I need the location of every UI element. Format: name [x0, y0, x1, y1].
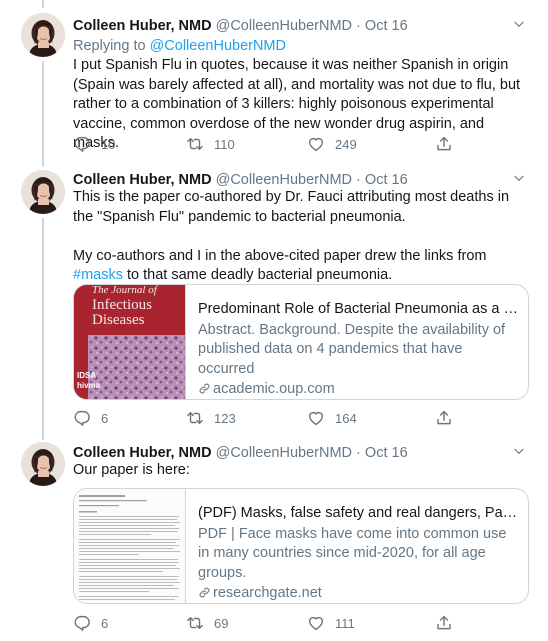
reply-button[interactable]: 6 — [73, 613, 108, 633]
author-handle[interactable]: @ColleenHuberNMD — [216, 172, 352, 188]
retweet-button[interactable]: 123 — [186, 408, 236, 428]
retweet-button[interactable]: 110 — [186, 134, 235, 154]
tweet-date[interactable]: Oct 16 — [365, 445, 408, 461]
thread-line — [42, 0, 44, 8]
like-icon — [307, 614, 325, 632]
card-description: Abstract. Background. Despite the availa… — [198, 321, 506, 377]
card-image: The Journal of Infectious Diseases IDSA … — [74, 285, 186, 399]
retweet-icon — [186, 614, 204, 632]
like-icon — [307, 135, 325, 153]
share-button[interactable] — [435, 134, 453, 154]
like-count: 111 — [335, 615, 355, 631]
text-prefix: My co-authors and I in the above-cited p… — [73, 247, 487, 264]
tweet-header: Colleen Huber, NMD @ColleenHuberNMD · Oc… — [73, 171, 408, 189]
separator: · — [356, 18, 361, 34]
author-name[interactable]: Colleen Huber, NMD — [73, 172, 212, 188]
author-handle[interactable]: @ColleenHuberNMD — [216, 18, 352, 34]
card-domain: researchgate.net — [198, 584, 520, 603]
paper-page-thumbnail — [74, 489, 185, 603]
reply-button[interactable]: 10 — [73, 134, 115, 154]
author-name[interactable]: Colleen Huber, NMD — [73, 445, 212, 461]
link-icon — [198, 382, 211, 395]
retweet-button[interactable]: 69 — [186, 613, 228, 633]
share-icon — [435, 409, 453, 427]
tweet-actions: 6 69 111 — [73, 613, 493, 633]
card-image — [74, 489, 186, 603]
like-button[interactable]: 111 — [307, 613, 355, 633]
text-suffix: to that same deadly bacterial pneumonia. — [127, 267, 393, 283]
avatar[interactable] — [21, 13, 65, 57]
separator: · — [356, 172, 361, 188]
tweet-header: Colleen Huber, NMD @ColleenHuberNMD · Oc… — [73, 444, 408, 462]
card-title: (PDF) Masks, false safety and real dange… — [198, 505, 520, 521]
replying-to: Replying to @ColleenHuberNMD — [73, 37, 286, 55]
share-button[interactable] — [435, 613, 453, 633]
author-handle[interactable]: @ColleenHuberNMD — [216, 445, 352, 461]
avatar[interactable] — [21, 442, 65, 486]
thread-line — [42, 218, 44, 440]
hashtag-link[interactable]: #masks — [73, 267, 123, 283]
link-card[interactable]: (PDF) Masks, false safety and real dange… — [73, 488, 529, 604]
tweet-1[interactable]: Colleen Huber, NMD @ColleenHuberNMD · Oc… — [0, 0, 548, 167]
reply-button[interactable]: 6 — [73, 408, 108, 428]
tweet-text: This is the paper co-authored by Dr. Fau… — [73, 188, 533, 286]
share-icon — [435, 614, 453, 632]
reply-icon — [73, 409, 91, 427]
tweet-date[interactable]: Oct 16 — [365, 172, 408, 188]
reply-count: 10 — [101, 136, 116, 152]
like-count: 249 — [335, 136, 357, 152]
retweet-count: 123 — [214, 410, 236, 426]
tweet-date[interactable]: Oct 16 — [365, 18, 408, 34]
card-description: PDF | Face masks have come into common u… — [198, 525, 507, 581]
retweet-icon — [186, 409, 204, 427]
replying-prefix: Replying to — [73, 38, 146, 54]
tweet-header: Colleen Huber, NMD @ColleenHuberNMD · Oc… — [73, 17, 408, 35]
link-icon — [198, 586, 211, 599]
reply-count: 6 — [101, 410, 109, 426]
retweet-icon — [186, 135, 204, 153]
share-icon — [435, 135, 453, 153]
card-title: Predominant Role of Bacterial Pneumonia … — [198, 301, 520, 317]
card-text: Predominant Role of Bacterial Pneumonia … — [198, 300, 520, 399]
chevron-down-icon[interactable] — [512, 17, 526, 31]
author-name[interactable]: Colleen Huber, NMD — [73, 18, 212, 34]
reply-icon — [73, 135, 91, 153]
reply-count: 6 — [101, 615, 109, 631]
card-domain: academic.oup.com — [198, 380, 520, 399]
tweet-text-paragraph: My co-authors and I in the above-cited p… — [73, 247, 533, 286]
replying-handle-link[interactable]: @ColleenHuberNMD — [150, 38, 286, 54]
share-button[interactable] — [435, 408, 453, 428]
tweet-3[interactable]: Colleen Huber, NMD @ColleenHuberNMD · Oc… — [0, 434, 548, 641]
tweet-text: Our paper is here: — [73, 462, 190, 478]
tweet-2[interactable]: Colleen Huber, NMD @ColleenHuberNMD · Oc… — [0, 162, 548, 440]
thread-line — [42, 61, 44, 167]
avatar[interactable] — [21, 170, 65, 214]
separator: · — [356, 445, 361, 461]
like-button[interactable]: 164 — [307, 408, 357, 428]
tweet-text-paragraph: This is the paper co-authored by Dr. Fau… — [73, 189, 510, 225]
like-button[interactable]: 249 — [307, 134, 357, 154]
like-icon — [307, 409, 325, 427]
tweet-actions: 10 110 249 — [73, 134, 493, 154]
reply-icon — [73, 614, 91, 632]
retweet-count: 69 — [214, 615, 229, 631]
journal-publisher-logo: IDSA hivma — [77, 371, 101, 390]
retweet-count: 110 — [214, 136, 235, 152]
card-text: (PDF) Masks, false safety and real dange… — [198, 504, 520, 603]
tweet-actions: 6 123 164 — [73, 408, 493, 428]
journal-title: The Journal of Infectious Diseases — [92, 285, 157, 328]
chevron-down-icon[interactable] — [512, 444, 526, 458]
chevron-down-icon[interactable] — [512, 171, 526, 185]
like-count: 164 — [335, 410, 357, 426]
link-card[interactable]: The Journal of Infectious Diseases IDSA … — [73, 284, 529, 400]
